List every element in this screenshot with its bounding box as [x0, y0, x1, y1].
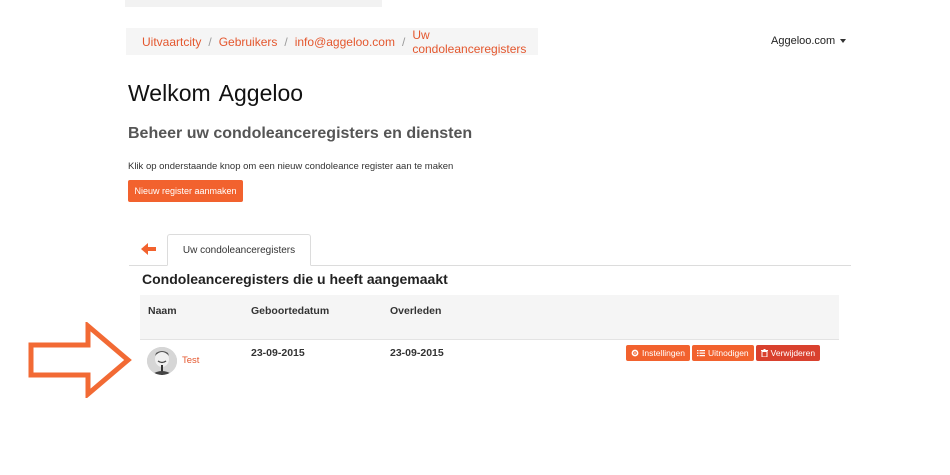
account-menu[interactable]: Aggeloo.com: [771, 35, 847, 47]
breadcrumb-separator: /: [208, 34, 212, 49]
breadcrumb: Uitvaartcity / Gebruikers / info@aggeloo…: [126, 28, 538, 56]
avatar: [147, 347, 177, 375]
trash-icon: [760, 349, 768, 357]
tab-registers[interactable]: Uw condoleanceregisters: [167, 234, 311, 266]
table-row-divider: [140, 339, 839, 340]
delete-button-label: Verwijderen: [770, 348, 816, 358]
list-icon: [697, 350, 706, 357]
new-register-button[interactable]: Nieuw register aanmaken: [128, 180, 243, 202]
table-header: [140, 295, 839, 339]
gear-icon: [631, 349, 639, 357]
settings-button[interactable]: Instellingen: [626, 345, 691, 361]
column-header-overleden: Overleden: [390, 305, 442, 317]
register-actions: Instellingen Uitnodigen Verwijderen: [626, 345, 821, 361]
register-birth-date: 23-09-2015: [251, 347, 305, 359]
breadcrumb-item-registers[interactable]: Uw condoleanceregisters: [412, 28, 538, 56]
column-header-naam: Naam: [148, 305, 177, 317]
breadcrumb-item-user-email[interactable]: info@aggeloo.com: [295, 35, 395, 49]
register-name-link[interactable]: Test: [182, 355, 199, 366]
breadcrumb-separator: /: [284, 34, 288, 49]
breadcrumb-item-gebruikers[interactable]: Gebruikers: [219, 35, 278, 49]
delete-button[interactable]: Verwijderen: [755, 345, 821, 361]
column-header-geboortedatum: Geboortedatum: [251, 305, 330, 317]
back-arrow-icon[interactable]: [141, 242, 157, 256]
tab-registers-label: Uw condoleanceregisters: [182, 244, 296, 256]
section-title: Condoleanceregisters die u heeft aangema…: [142, 271, 448, 287]
invite-button-label: Uitnodigen: [708, 348, 749, 358]
breadcrumb-item-uitvaartcity[interactable]: Uitvaartcity: [142, 35, 201, 49]
register-death-date: 23-09-2015: [390, 347, 444, 359]
settings-button-label: Instellingen: [642, 348, 686, 358]
welcome-prefix: Welkom: [128, 80, 211, 106]
page-title: Welkom Aggeloo: [128, 80, 303, 107]
breadcrumb-separator: /: [401, 34, 406, 49]
page-subheading: Beheer uw condoleanceregisters en dienst…: [128, 125, 473, 142]
pointer-arrow-annotation: [28, 322, 132, 398]
invite-button[interactable]: Uitnodigen: [692, 345, 754, 361]
top-shadow-bar: [125, 0, 382, 7]
create-hint-text: Klik op onderstaande knop om een nieuw c…: [128, 161, 454, 172]
caret-down-icon: [840, 39, 847, 43]
account-label: Aggeloo.com: [771, 35, 836, 47]
welcome-name: Aggeloo: [218, 80, 304, 106]
